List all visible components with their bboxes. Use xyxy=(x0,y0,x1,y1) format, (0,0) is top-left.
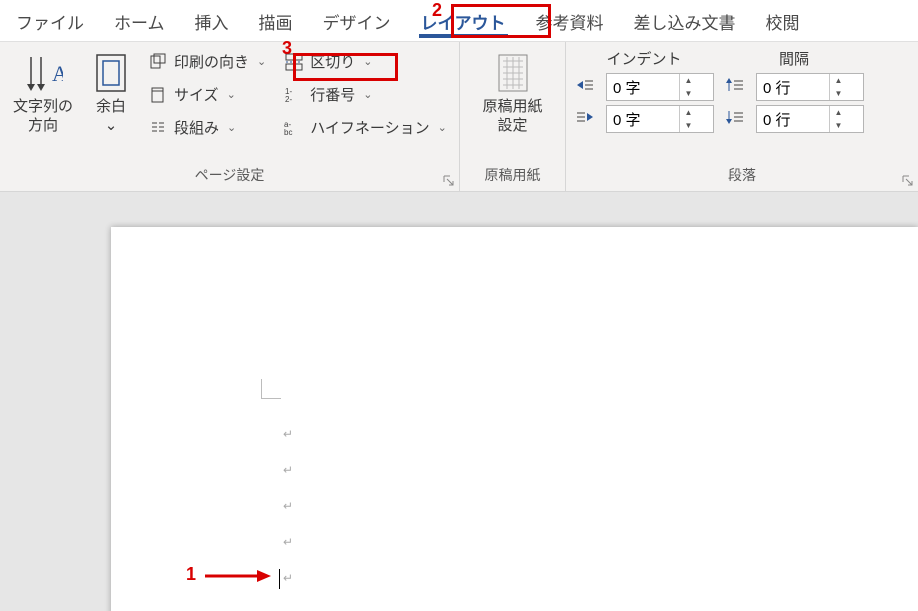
group-page-setup: A 文字列の 方向 余白⌄ xyxy=(0,42,460,191)
line-numbers-icon: 1-2- xyxy=(284,85,304,105)
margins-button[interactable]: 余白⌄ xyxy=(84,46,138,136)
spin-up[interactable]: ▲ xyxy=(680,106,697,119)
orientation-button[interactable]: 印刷の向き ⌄ xyxy=(144,48,270,75)
tab-mailings[interactable]: 差し込み文書 xyxy=(624,1,746,40)
spacing-before-icon xyxy=(724,77,746,97)
svg-text:A: A xyxy=(52,61,63,86)
group-manuscript-label: 原稿用紙 xyxy=(468,163,557,189)
hyphenation-icon: a-bc xyxy=(284,118,304,138)
paragraph-mark-icon: ↵ xyxy=(283,571,293,585)
ribbon: A 文字列の 方向 余白⌄ xyxy=(0,42,918,192)
line-numbers-button[interactable]: 1-2- 行番号 ⌄ xyxy=(280,81,451,108)
text-direction-label: 文字列の 方向 xyxy=(13,98,73,136)
tab-references[interactable]: 参考資料 xyxy=(526,1,614,40)
spin-up[interactable]: ▲ xyxy=(830,106,847,119)
chevron-down-icon: ⌄ xyxy=(438,121,447,134)
tab-layout[interactable]: レイアウト xyxy=(411,1,516,40)
spin-down[interactable]: ▼ xyxy=(830,87,847,100)
spacing-after-input[interactable] xyxy=(757,111,829,128)
tab-draw[interactable]: 描画 xyxy=(249,1,303,40)
spacing-before-input[interactable] xyxy=(757,79,829,96)
indent-left-input[interactable] xyxy=(607,79,679,96)
group-page-setup-label: ページ設定 xyxy=(8,163,451,189)
columns-label: 段組み xyxy=(174,117,219,138)
indent-right-input[interactable] xyxy=(607,111,679,128)
size-button[interactable]: サイズ ⌄ xyxy=(144,81,270,108)
group-paragraph: インデント 間隔 ▲▼ ▲▼ xyxy=(566,42,918,191)
margins-icon xyxy=(89,48,133,98)
paragraph-mark-icon: ↵ xyxy=(283,499,293,513)
text-direction-icon: A xyxy=(21,48,65,98)
size-icon xyxy=(148,85,168,105)
spacing-before-field[interactable]: ▲▼ xyxy=(756,73,864,101)
line-numbers-label: 行番号 xyxy=(310,84,355,105)
manuscript-label: 原稿用紙 設定 xyxy=(482,98,542,136)
breaks-button[interactable]: 区切り ⌄ xyxy=(280,48,451,75)
breaks-label: 区切り xyxy=(310,51,355,72)
hyphenation-label: ハイフネーション xyxy=(310,117,429,138)
tab-insert[interactable]: 挿入 xyxy=(185,1,239,40)
manuscript-button[interactable]: 原稿用紙 設定 xyxy=(468,46,557,136)
document-page[interactable]: ↵ ↵ ↵ ↵ ↵ xyxy=(111,227,918,611)
indent-left-field[interactable]: ▲▼ xyxy=(606,73,714,101)
chevron-down-icon: ⌄ xyxy=(363,55,372,68)
svg-text:bc: bc xyxy=(284,128,292,137)
tab-design[interactable]: デザイン xyxy=(313,1,401,40)
columns-button[interactable]: 段組み ⌄ xyxy=(144,114,270,141)
svg-text:2-: 2- xyxy=(285,95,292,104)
text-cursor xyxy=(279,569,280,589)
paragraph-mark-icon: ↵ xyxy=(283,463,293,477)
paragraph-mark-icon: ↵ xyxy=(283,427,293,441)
spacing-after-field[interactable]: ▲▼ xyxy=(756,105,864,133)
paragraph-dialog-launcher[interactable] xyxy=(900,173,914,187)
indent-heading: インデント xyxy=(574,48,714,69)
page-setup-dialog-launcher[interactable] xyxy=(441,173,455,187)
indent-right-field[interactable]: ▲▼ xyxy=(606,105,714,133)
chevron-down-icon: ⌄ xyxy=(257,55,266,68)
hyphenation-button[interactable]: a-bc ハイフネーション ⌄ xyxy=(280,114,451,141)
paragraph-mark-icon: ↵ xyxy=(283,535,293,549)
spin-up[interactable]: ▲ xyxy=(680,74,697,87)
size-label: サイズ xyxy=(174,84,219,105)
chevron-down-icon: ⌄ xyxy=(363,88,372,101)
crop-mark-icon xyxy=(261,379,281,399)
spin-up[interactable]: ▲ xyxy=(830,74,847,87)
spacing-after-icon xyxy=(724,109,746,129)
breaks-icon xyxy=(284,52,304,72)
indent-left-icon xyxy=(574,77,596,97)
orientation-icon xyxy=(148,52,168,72)
spacing-heading: 間隔 xyxy=(724,48,864,69)
text-direction-button[interactable]: A 文字列の 方向 xyxy=(8,46,78,136)
indent-right-icon xyxy=(574,109,596,129)
margins-label: 余白⌄ xyxy=(96,98,126,136)
manuscript-icon xyxy=(491,48,535,98)
orientation-label: 印刷の向き xyxy=(174,51,249,72)
chevron-down-icon: ⌄ xyxy=(227,121,236,134)
spin-down[interactable]: ▼ xyxy=(680,119,697,132)
tab-home[interactable]: ホーム xyxy=(104,1,175,40)
group-paragraph-label: 段落 xyxy=(574,163,910,189)
ribbon-tabstrip: ファイル ホーム 挿入 描画 デザイン レイアウト 参考資料 差し込み文書 校閲 xyxy=(0,0,918,42)
group-manuscript: 原稿用紙 設定 原稿用紙 xyxy=(460,42,566,191)
spin-down[interactable]: ▼ xyxy=(680,87,697,100)
tab-review[interactable]: 校閲 xyxy=(756,1,810,40)
document-canvas[interactable]: ↵ ↵ ↵ ↵ ↵ 1 xyxy=(0,192,918,611)
chevron-down-icon: ⌄ xyxy=(227,88,236,101)
spin-down[interactable]: ▼ xyxy=(830,119,847,132)
tab-file[interactable]: ファイル xyxy=(6,1,94,40)
columns-icon xyxy=(148,118,168,138)
